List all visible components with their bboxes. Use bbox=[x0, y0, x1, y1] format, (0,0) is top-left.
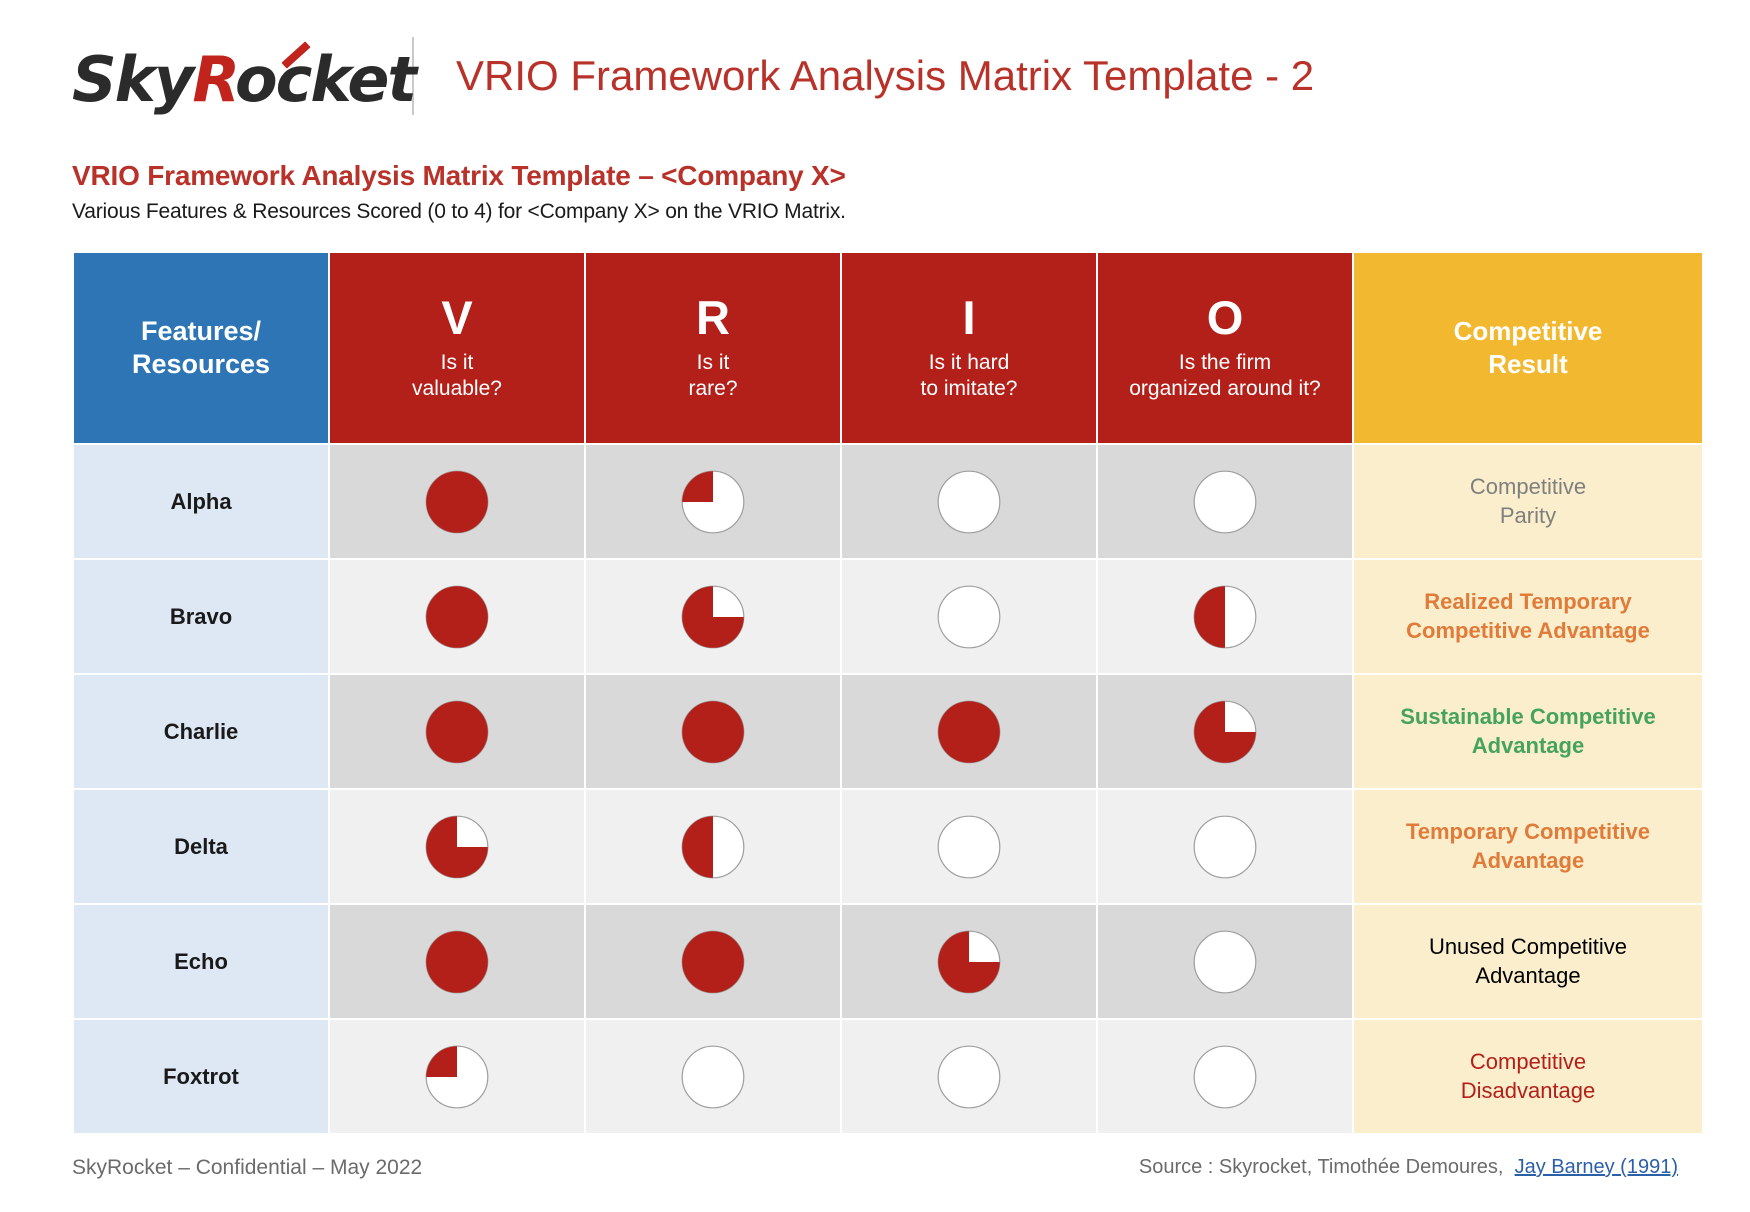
result-cell-bravo: Realized Temporary Competitive Advantage bbox=[1354, 560, 1702, 673]
score-cell-bravo-i[interactable] bbox=[842, 560, 1096, 673]
logo-wordmark: SkyRocket bbox=[72, 43, 417, 116]
score-cell-charlie-o[interactable] bbox=[1098, 675, 1352, 788]
logo-text-ocket: ocket bbox=[234, 43, 417, 116]
row-label-alpha: Alpha bbox=[74, 445, 328, 558]
table-row: Echo Unused Competitive Advantage bbox=[74, 905, 1702, 1018]
score-cell-alpha-i[interactable] bbox=[842, 445, 1096, 558]
page-subtitle: Various Features & Resources Scored (0 t… bbox=[72, 200, 846, 223]
skyrocket-logo: SkyRocket bbox=[72, 31, 417, 121]
column-header-v-letter: V bbox=[441, 291, 473, 345]
column-header-i-q2: to imitate? bbox=[920, 377, 1018, 400]
score-cell-foxtrot-i[interactable] bbox=[842, 1020, 1096, 1133]
score-cell-delta-r[interactable] bbox=[586, 790, 840, 903]
row-label-foxtrot: Foxtrot bbox=[74, 1020, 328, 1133]
score-cell-foxtrot-r[interactable] bbox=[586, 1020, 840, 1133]
footer-source: Source : Skyrocket, Timothée Demoures, J… bbox=[1139, 1156, 1678, 1179]
footer-confidential: SkyRocket – Confidential – May 2022 bbox=[72, 1156, 423, 1179]
score-cell-charlie-v[interactable] bbox=[330, 675, 584, 788]
result-line2: Competitive Advantage bbox=[1406, 617, 1650, 643]
column-header-result-line2: Result bbox=[1488, 349, 1568, 379]
table-row: Delta Temporary Competitive Advantage bbox=[74, 790, 1702, 903]
table-header-row: Features/ Resources V Is it valuable? R … bbox=[74, 253, 1702, 443]
row-label-charlie: Charlie bbox=[74, 675, 328, 788]
column-header-o-letter: O bbox=[1206, 291, 1244, 345]
page-title: VRIO Framework Analysis Matrix Template … bbox=[72, 160, 846, 191]
score-cell-bravo-v[interactable] bbox=[330, 560, 584, 673]
column-header-i: I Is it hard to imitate? bbox=[842, 253, 1096, 443]
result-line1: Temporary Competitive bbox=[1405, 819, 1651, 845]
score-cell-charlie-i[interactable] bbox=[842, 675, 1096, 788]
score-cell-echo-i[interactable] bbox=[842, 905, 1096, 1018]
document-title: VRIO Framework Analysis Matrix Template … bbox=[456, 52, 1315, 99]
footer-source-label: Source : Skyrocket, Timothée Demoures, bbox=[1138, 1156, 1504, 1178]
column-header-result-line1: Competitive bbox=[1453, 315, 1603, 346]
column-header-r-letter: R bbox=[696, 291, 730, 345]
column-header-o: O Is the firm organized around it? bbox=[1098, 253, 1352, 443]
column-header-o-q1: Is the firm bbox=[1178, 351, 1272, 375]
score-cell-delta-o[interactable] bbox=[1098, 790, 1352, 903]
vrio-matrix-table: Features/ Resources V Is it valuable? R … bbox=[72, 251, 1704, 1135]
column-header-r-q2: rare? bbox=[688, 377, 738, 400]
table-row: Charlie Sustainable Competitive Advantage bbox=[74, 675, 1702, 788]
score-cell-echo-v[interactable] bbox=[330, 905, 584, 1018]
result-line2: Advantage bbox=[1475, 962, 1581, 988]
row-label-delta: Delta bbox=[74, 790, 328, 903]
column-header-v-q2: valuable? bbox=[412, 377, 502, 400]
score-cell-bravo-o[interactable] bbox=[1098, 560, 1352, 673]
row-label-bravo: Bravo bbox=[74, 560, 328, 673]
score-cell-foxtrot-v[interactable] bbox=[330, 1020, 584, 1133]
table-row: Foxtrot Competitive Disadvantage bbox=[74, 1020, 1702, 1133]
column-header-o-q2: organized around it? bbox=[1129, 377, 1321, 400]
result-cell-echo: Unused Competitive Advantage bbox=[1354, 905, 1702, 1018]
result-line1: Sustainable Competitive bbox=[1400, 704, 1656, 730]
table-header: Features/ Resources V Is it valuable? R … bbox=[74, 253, 1702, 443]
result-line2: Disadvantage bbox=[1460, 1077, 1596, 1103]
result-cell-delta: Temporary Competitive Advantage bbox=[1354, 790, 1702, 903]
result-cell-alpha: Competitive Parity bbox=[1354, 445, 1702, 558]
column-header-i-letter: I bbox=[962, 291, 976, 345]
score-cell-alpha-o[interactable] bbox=[1098, 445, 1352, 558]
column-header-result: Competitive Result bbox=[1354, 253, 1702, 443]
table-row: Bravo Realized Temporary Competitive Advan… bbox=[74, 560, 1702, 673]
result-line2: Parity bbox=[1499, 502, 1557, 528]
table-body: Alpha Competitive Parity Bravo Realized Temp… bbox=[74, 445, 1702, 1133]
result-line1: Realized Temporary bbox=[1424, 589, 1632, 615]
score-cell-delta-i[interactable] bbox=[842, 790, 1096, 903]
column-header-features: Features/ Resources bbox=[74, 253, 328, 443]
score-cell-foxtrot-o[interactable] bbox=[1098, 1020, 1352, 1133]
column-header-r-q1: Is it bbox=[696, 351, 730, 375]
result-line2: Advantage bbox=[1471, 847, 1585, 873]
score-cell-echo-r[interactable] bbox=[586, 905, 840, 1018]
logo-text-r: R bbox=[192, 43, 237, 116]
column-header-i-q1: Is it hard bbox=[928, 351, 1010, 375]
table-row: Alpha Competitive Parity bbox=[74, 445, 1702, 558]
score-cell-bravo-r[interactable] bbox=[586, 560, 840, 673]
header-bar: SkyRocket VRIO Framework Analysis Matrix… bbox=[72, 28, 1678, 124]
column-header-v: V Is it valuable? bbox=[330, 253, 584, 443]
result-line1: Competitive bbox=[1469, 1049, 1587, 1075]
result-line1: Unused Competitive bbox=[1428, 934, 1628, 960]
result-line2: Advantage bbox=[1471, 732, 1585, 758]
footer-source-link[interactable]: Jay Barney (1991) bbox=[1515, 1156, 1678, 1178]
slide-canvas: SkyRocket VRIO Framework Analysis Matrix… bbox=[0, 0, 1750, 1212]
score-cell-echo-o[interactable] bbox=[1098, 905, 1352, 1018]
result-cell-charlie: Sustainable Competitive Advantage bbox=[1354, 675, 1702, 788]
result-line1: Competitive bbox=[1469, 474, 1587, 500]
score-cell-charlie-r[interactable] bbox=[586, 675, 840, 788]
score-cell-alpha-v[interactable] bbox=[330, 445, 584, 558]
score-cell-alpha-r[interactable] bbox=[586, 445, 840, 558]
column-header-features-line1: Features/ bbox=[140, 315, 262, 346]
column-header-v-q1: Is it bbox=[440, 351, 474, 375]
score-cell-delta-v[interactable] bbox=[330, 790, 584, 903]
row-label-echo: Echo bbox=[74, 905, 328, 1018]
logo-text-sky: Sky bbox=[72, 43, 194, 116]
result-cell-foxtrot: Competitive Disadvantage bbox=[1354, 1020, 1702, 1133]
column-header-features-line2: Resources bbox=[131, 349, 271, 379]
column-header-r: R Is it rare? bbox=[586, 253, 840, 443]
